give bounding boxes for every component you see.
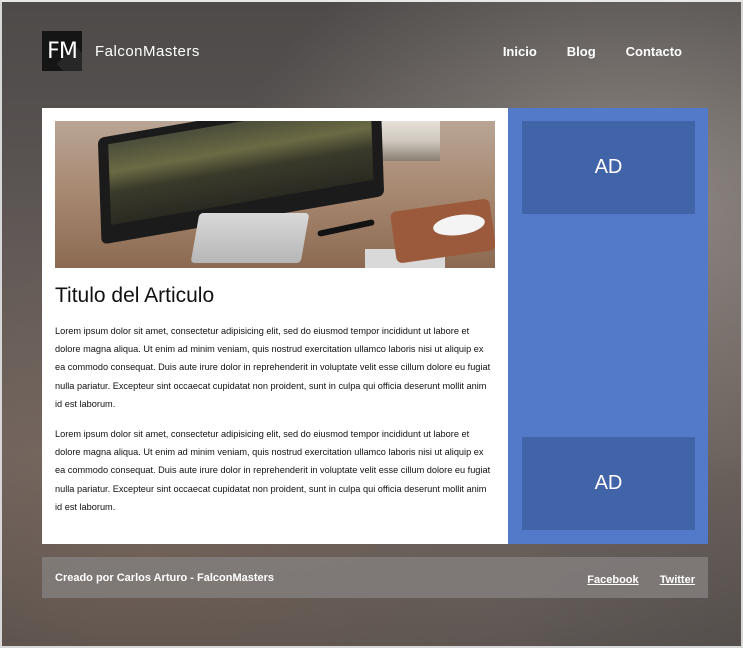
article-hero-image (55, 121, 495, 268)
site-header: FM FalconMasters Inicio Blog Contacto (42, 31, 708, 71)
article-paragraph: Lorem ipsum dolor sit amet, consectetur … (55, 326, 491, 409)
nav-blog[interactable]: Blog (567, 44, 596, 59)
brand[interactable]: FM FalconMasters (42, 31, 200, 71)
site-footer: Creado por Carlos Arturo - FalconMasters… (42, 557, 708, 598)
twitter-link[interactable]: Twitter (660, 574, 695, 586)
monitor-stand-illustration (190, 213, 310, 263)
article-title: Titulo del Articulo (55, 284, 215, 307)
nav-contacto[interactable]: Contacto (626, 44, 682, 59)
ad-slot-bottom[interactable]: AD (522, 437, 695, 530)
nav-inicio[interactable]: Inicio (503, 44, 537, 59)
logo: FM (42, 31, 82, 71)
facebook-link[interactable]: Facebook (587, 574, 638, 586)
article: Titulo del Articulo Lorem ipsum dolor si… (42, 108, 508, 544)
social-links: Facebook Twitter (571, 568, 695, 587)
article-paragraph: Lorem ipsum dolor sit amet, consectetur … (55, 429, 491, 512)
pen-illustration (317, 219, 375, 237)
main-nav: Inicio Blog Contacto (473, 44, 682, 59)
sidebar: AD AD (508, 108, 708, 544)
ad-slot-top[interactable]: AD (522, 121, 695, 214)
footer-credit: Creado por Carlos Arturo - FalconMasters (55, 571, 275, 584)
brand-name: FalconMasters (95, 42, 200, 60)
